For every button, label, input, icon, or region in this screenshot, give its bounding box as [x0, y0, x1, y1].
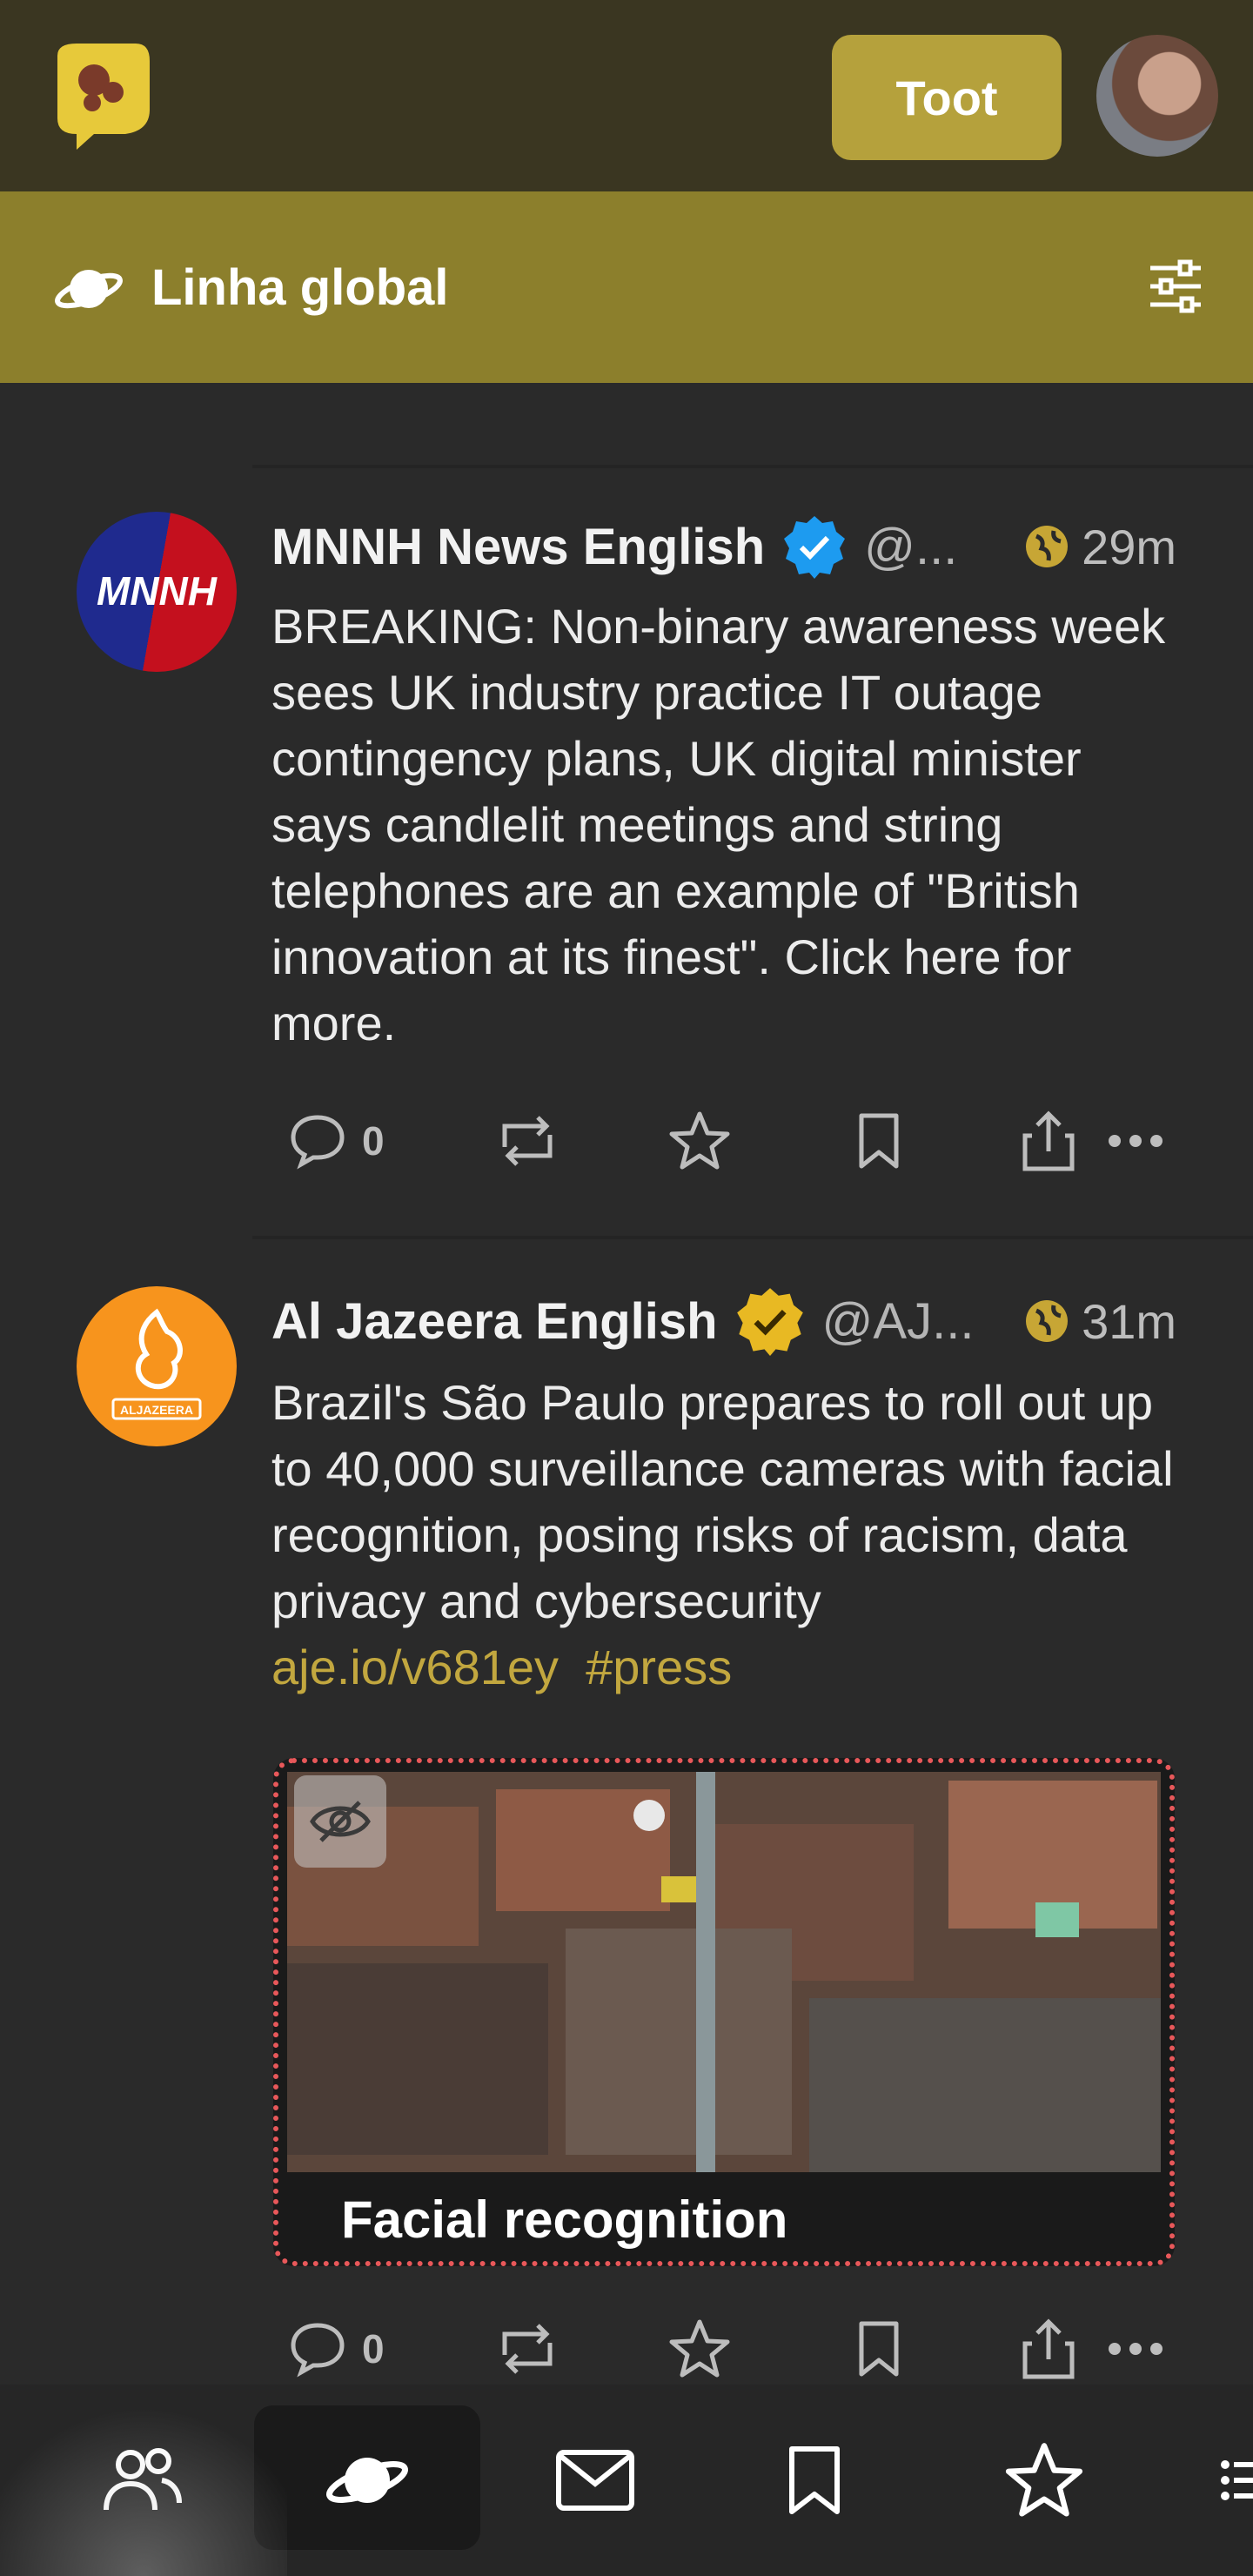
- post-content: BREAKING: Non-binary awareness week sees…: [271, 594, 1194, 1057]
- post-avatar[interactable]: ALJAZEERA: [77, 1286, 237, 1446]
- nav-favourites[interactable]: [992, 2385, 1096, 2576]
- bookmark-button[interactable]: [854, 1102, 903, 1180]
- display-name[interactable]: Al Jazeera English: [271, 1292, 718, 1351]
- share-icon: [1022, 2318, 1075, 2379]
- post-text: Brazil's São Paulo prepares to roll out …: [271, 1375, 1174, 1628]
- user-avatar[interactable]: [1096, 35, 1218, 157]
- avatar-logo-text: ALJAZEERA: [119, 1403, 193, 1417]
- post-hashtag[interactable]: #press: [586, 1640, 732, 1694]
- reply-button[interactable]: 0: [289, 1102, 385, 1180]
- compose-toot-button[interactable]: Toot: [832, 35, 1062, 160]
- reply-count: 0: [362, 2326, 385, 2371]
- avatar-logo-text: MNNH: [97, 568, 217, 614]
- star-icon: [669, 2319, 730, 2378]
- planet-icon: [52, 252, 125, 325]
- planet-icon: [326, 2458, 408, 2504]
- post-time: 31m: [1024, 1286, 1176, 1356]
- star-icon: [1005, 2443, 1083, 2517]
- aljazeera-logo-icon: [111, 1308, 202, 1420]
- app-logo[interactable]: [42, 40, 153, 153]
- post-link[interactable]: aje.io/v681ey: [271, 1640, 559, 1694]
- more-button[interactable]: [1107, 1102, 1164, 1180]
- post-time-text[interactable]: 31m: [1082, 1293, 1176, 1350]
- nav-messages[interactable]: [543, 2385, 647, 2576]
- post-text: BREAKING: Non-binary awareness week sees…: [271, 599, 1166, 1050]
- favourite-button[interactable]: [668, 1102, 731, 1180]
- post-actions: 0: [271, 1102, 1194, 1180]
- post-divider: [252, 465, 1253, 468]
- bookmark-icon: [859, 1113, 899, 1169]
- speech-bubble-icon: [291, 1115, 345, 1170]
- more-icon: [1109, 1135, 1163, 1147]
- share-icon: [1022, 1110, 1075, 1171]
- verified-icon: [782, 514, 847, 579]
- post-time-text[interactable]: 29m: [1082, 519, 1176, 575]
- post-header: MNNH News English @...: [271, 512, 957, 581]
- top-app-bar: Toot: [0, 0, 1253, 191]
- nav-federated[interactable]: [315, 2385, 419, 2576]
- more-button[interactable]: [1107, 2310, 1164, 2388]
- touch-ripple: [0, 2385, 287, 2576]
- globe-icon: [1026, 526, 1069, 567]
- boost-button[interactable]: [496, 2310, 559, 2388]
- reply-button[interactable]: 0: [289, 2310, 385, 2388]
- handle[interactable]: @AJ...: [822, 1292, 975, 1351]
- globe-icon: [1026, 1300, 1069, 1342]
- timeline-title: Linha global: [151, 258, 449, 316]
- bookmark-icon: [859, 2321, 899, 2377]
- repeat-icon: [502, 1116, 553, 1166]
- favourite-button[interactable]: [668, 2310, 731, 2388]
- post-divider: [252, 1236, 1253, 1239]
- media-image: [287, 1772, 1161, 2172]
- timeline-header: Linha global: [0, 191, 1253, 383]
- display-name[interactable]: MNNH News English: [271, 518, 765, 576]
- post-avatar[interactable]: MNNH: [77, 512, 237, 672]
- media-card-title: Facial recognition: [341, 2190, 788, 2249]
- post-header: Al Jazeera English @AJ...: [271, 1286, 974, 1356]
- speech-bubble-icon: [291, 2323, 345, 2378]
- bookmark-icon: [789, 2446, 840, 2514]
- timeline-settings-icon[interactable]: [1147, 258, 1204, 315]
- post-time: 29m: [1024, 512, 1176, 581]
- mail-icon: [556, 2450, 634, 2511]
- star-icon: [669, 1111, 730, 1170]
- list-icon: [1221, 2460, 1253, 2500]
- boost-button[interactable]: [496, 1102, 559, 1180]
- reply-count: 0: [362, 1118, 385, 1164]
- nav-bookmarks[interactable]: [762, 2385, 867, 2576]
- verified-icon: [735, 1286, 805, 1356]
- share-button[interactable]: [1020, 1102, 1077, 1180]
- post-actions: 0: [271, 2310, 1194, 2388]
- more-icon: [1109, 2343, 1163, 2355]
- nav-lists[interactable]: [1218, 2385, 1253, 2576]
- hide-media-button[interactable]: [294, 1775, 386, 1868]
- eye-slash-icon: [310, 1801, 371, 1842]
- post-content: Brazil's São Paulo prepares to roll out …: [271, 1370, 1194, 1701]
- bookmark-button[interactable]: [854, 2310, 903, 2388]
- media-attachment[interactable]: Facial recognition: [273, 1758, 1175, 2266]
- share-button[interactable]: [1020, 2310, 1077, 2388]
- handle[interactable]: @...: [864, 518, 957, 576]
- repeat-icon: [502, 2324, 553, 2374]
